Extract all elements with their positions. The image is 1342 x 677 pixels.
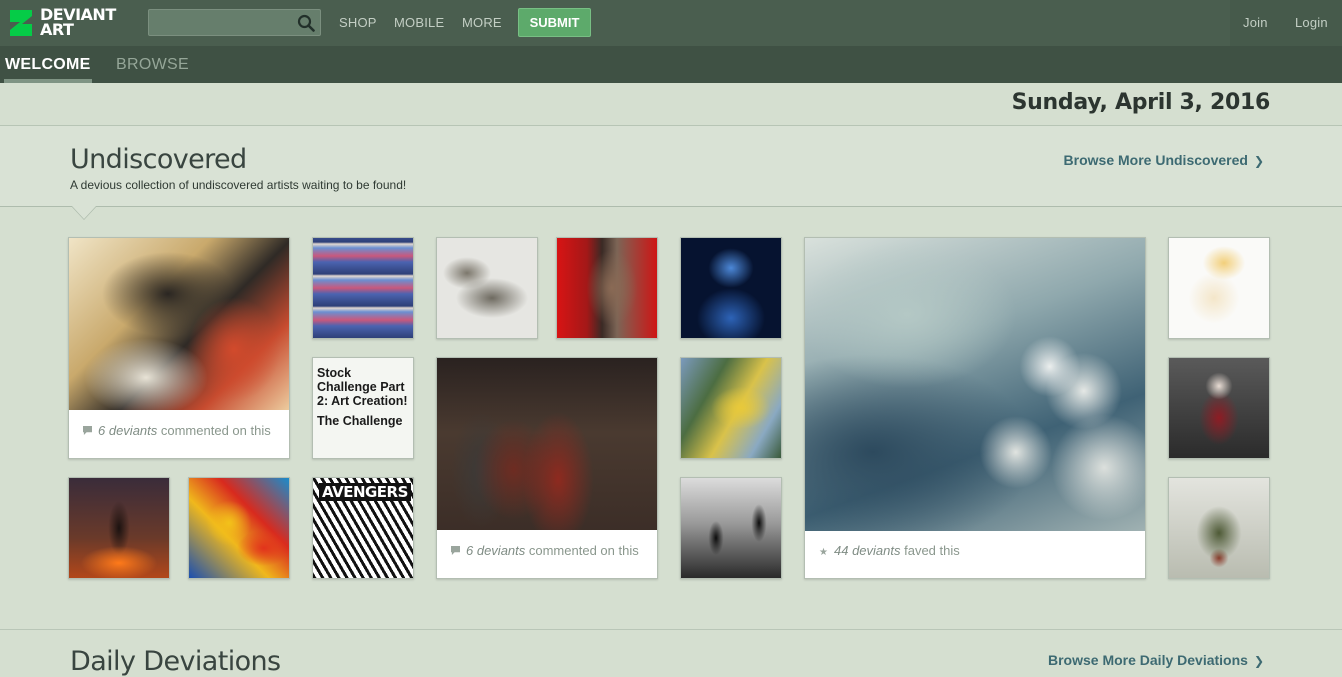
caption-text: commented on this <box>157 423 271 438</box>
deviation-thumbnail[interactable] <box>1168 477 1270 579</box>
caption-count: 44 deviants <box>834 543 901 558</box>
comic-title-text: AVENGERS <box>319 483 411 501</box>
divider <box>0 629 1342 630</box>
join-link[interactable]: Join <box>1243 15 1268 30</box>
search-box[interactable] <box>148 9 321 36</box>
deviation-thumbnail[interactable] <box>312 237 414 339</box>
artwork-image <box>557 238 657 338</box>
deviation-thumbnail[interactable] <box>188 477 290 579</box>
artwork-image <box>681 358 781 458</box>
header-notch <box>72 206 96 219</box>
deviation-thumbnail[interactable]: ★ 44 deviants faved this <box>804 237 1146 579</box>
thumbnail-caption: ★ 44 deviants faved this <box>805 531 1145 578</box>
tab-browse[interactable]: BROWSE <box>116 56 189 74</box>
star-icon: ★ <box>819 547 828 558</box>
search-input[interactable] <box>153 13 297 34</box>
deviation-thumbnail[interactable] <box>1168 357 1270 459</box>
artwork-image <box>313 238 413 338</box>
logo-word-art: ART <box>40 20 74 39</box>
artwork-image <box>437 238 537 338</box>
deviation-thumbnail[interactable]: 6 deviants commented on this <box>436 357 658 579</box>
literature-thumbnail[interactable]: Stock Challenge Part 2: Art Creation! Th… <box>312 357 414 459</box>
tab-welcome[interactable]: WELCOME <box>5 56 91 74</box>
artwork-image <box>69 478 169 578</box>
deviation-thumbnail[interactable]: AVENGERS <box>312 477 414 579</box>
artwork-image <box>189 478 289 578</box>
thumbnail-caption: 6 deviants commented on this <box>69 410 289 458</box>
chevron-right-icon: ❯ <box>1253 654 1264 668</box>
caption-count: 6 deviants <box>98 423 158 438</box>
login-link[interactable]: Login <box>1295 15 1328 30</box>
deviation-thumbnail[interactable] <box>68 477 170 579</box>
artwork-image <box>1169 358 1269 458</box>
comment-icon <box>451 546 460 555</box>
search-icon[interactable] <box>297 14 315 32</box>
caption-text: commented on this <box>525 543 639 558</box>
current-date: Sunday, April 3, 2016 <box>1011 90 1271 115</box>
artwork-image <box>69 238 289 424</box>
deviation-thumbnail[interactable]: 6 deviants commented on this <box>68 237 290 459</box>
submit-button[interactable]: SUBMIT <box>518 8 591 37</box>
comment-icon <box>83 426 92 435</box>
caption-text: faved this <box>900 543 960 558</box>
browse-more-daily-link[interactable]: Browse More Daily Deviations ❯ <box>1048 652 1264 668</box>
caption-count: 6 deviants <box>466 543 526 558</box>
thumbnail-caption: 6 deviants commented on this <box>437 530 657 578</box>
deviation-thumbnail[interactable] <box>556 237 658 339</box>
daily-deviations-title: Daily Deviations <box>70 646 281 677</box>
artwork-image <box>681 478 781 578</box>
browse-more-label: Browse More Daily Deviations <box>1047 652 1248 668</box>
nav-shop-link[interactable]: SHOP <box>339 15 377 30</box>
deviantart-logo-icon <box>10 10 32 36</box>
tab-bar: WELCOME BROWSE <box>0 46 1342 83</box>
artwork-image <box>681 238 781 338</box>
artwork-image <box>1169 238 1269 338</box>
browse-more-label: Browse More Undiscovered <box>1063 152 1248 168</box>
artwork-image <box>437 358 657 544</box>
logo-wordmark: DEVIANT ART <box>40 7 116 39</box>
active-tab-indicator <box>4 79 92 83</box>
browse-more-undiscovered-link[interactable]: Browse More Undiscovered ❯ <box>1064 152 1264 168</box>
account-area: Join Login <box>1230 0 1342 46</box>
literature-title: Stock Challenge Part 2: Art Creation! <box>317 366 408 408</box>
deviation-thumbnail[interactable] <box>680 237 782 339</box>
nav-more-link[interactable]: MORE <box>462 15 502 30</box>
deviation-thumbnail[interactable] <box>436 237 538 339</box>
deviantart-logo[interactable]: DEVIANT ART <box>8 6 128 40</box>
literature-excerpt: The Challenge <box>317 414 403 428</box>
nav-mobile-link[interactable]: MOBILE <box>394 15 444 30</box>
top-navigation-bar: DEVIANT ART SHOP MOBILE MORE SUBMIT Join… <box>0 0 1342 46</box>
chevron-right-icon: ❯ <box>1253 154 1264 168</box>
artwork-image <box>1169 478 1269 578</box>
divider <box>0 206 1342 207</box>
section-subtitle: A devious collection of undiscovered art… <box>70 178 407 192</box>
deviation-thumbnail[interactable] <box>680 477 782 579</box>
deviation-thumbnail[interactable] <box>1168 237 1270 339</box>
section-title: Undiscovered <box>70 144 247 175</box>
deviation-thumbnail[interactable] <box>680 357 782 459</box>
artwork-image <box>805 238 1145 544</box>
